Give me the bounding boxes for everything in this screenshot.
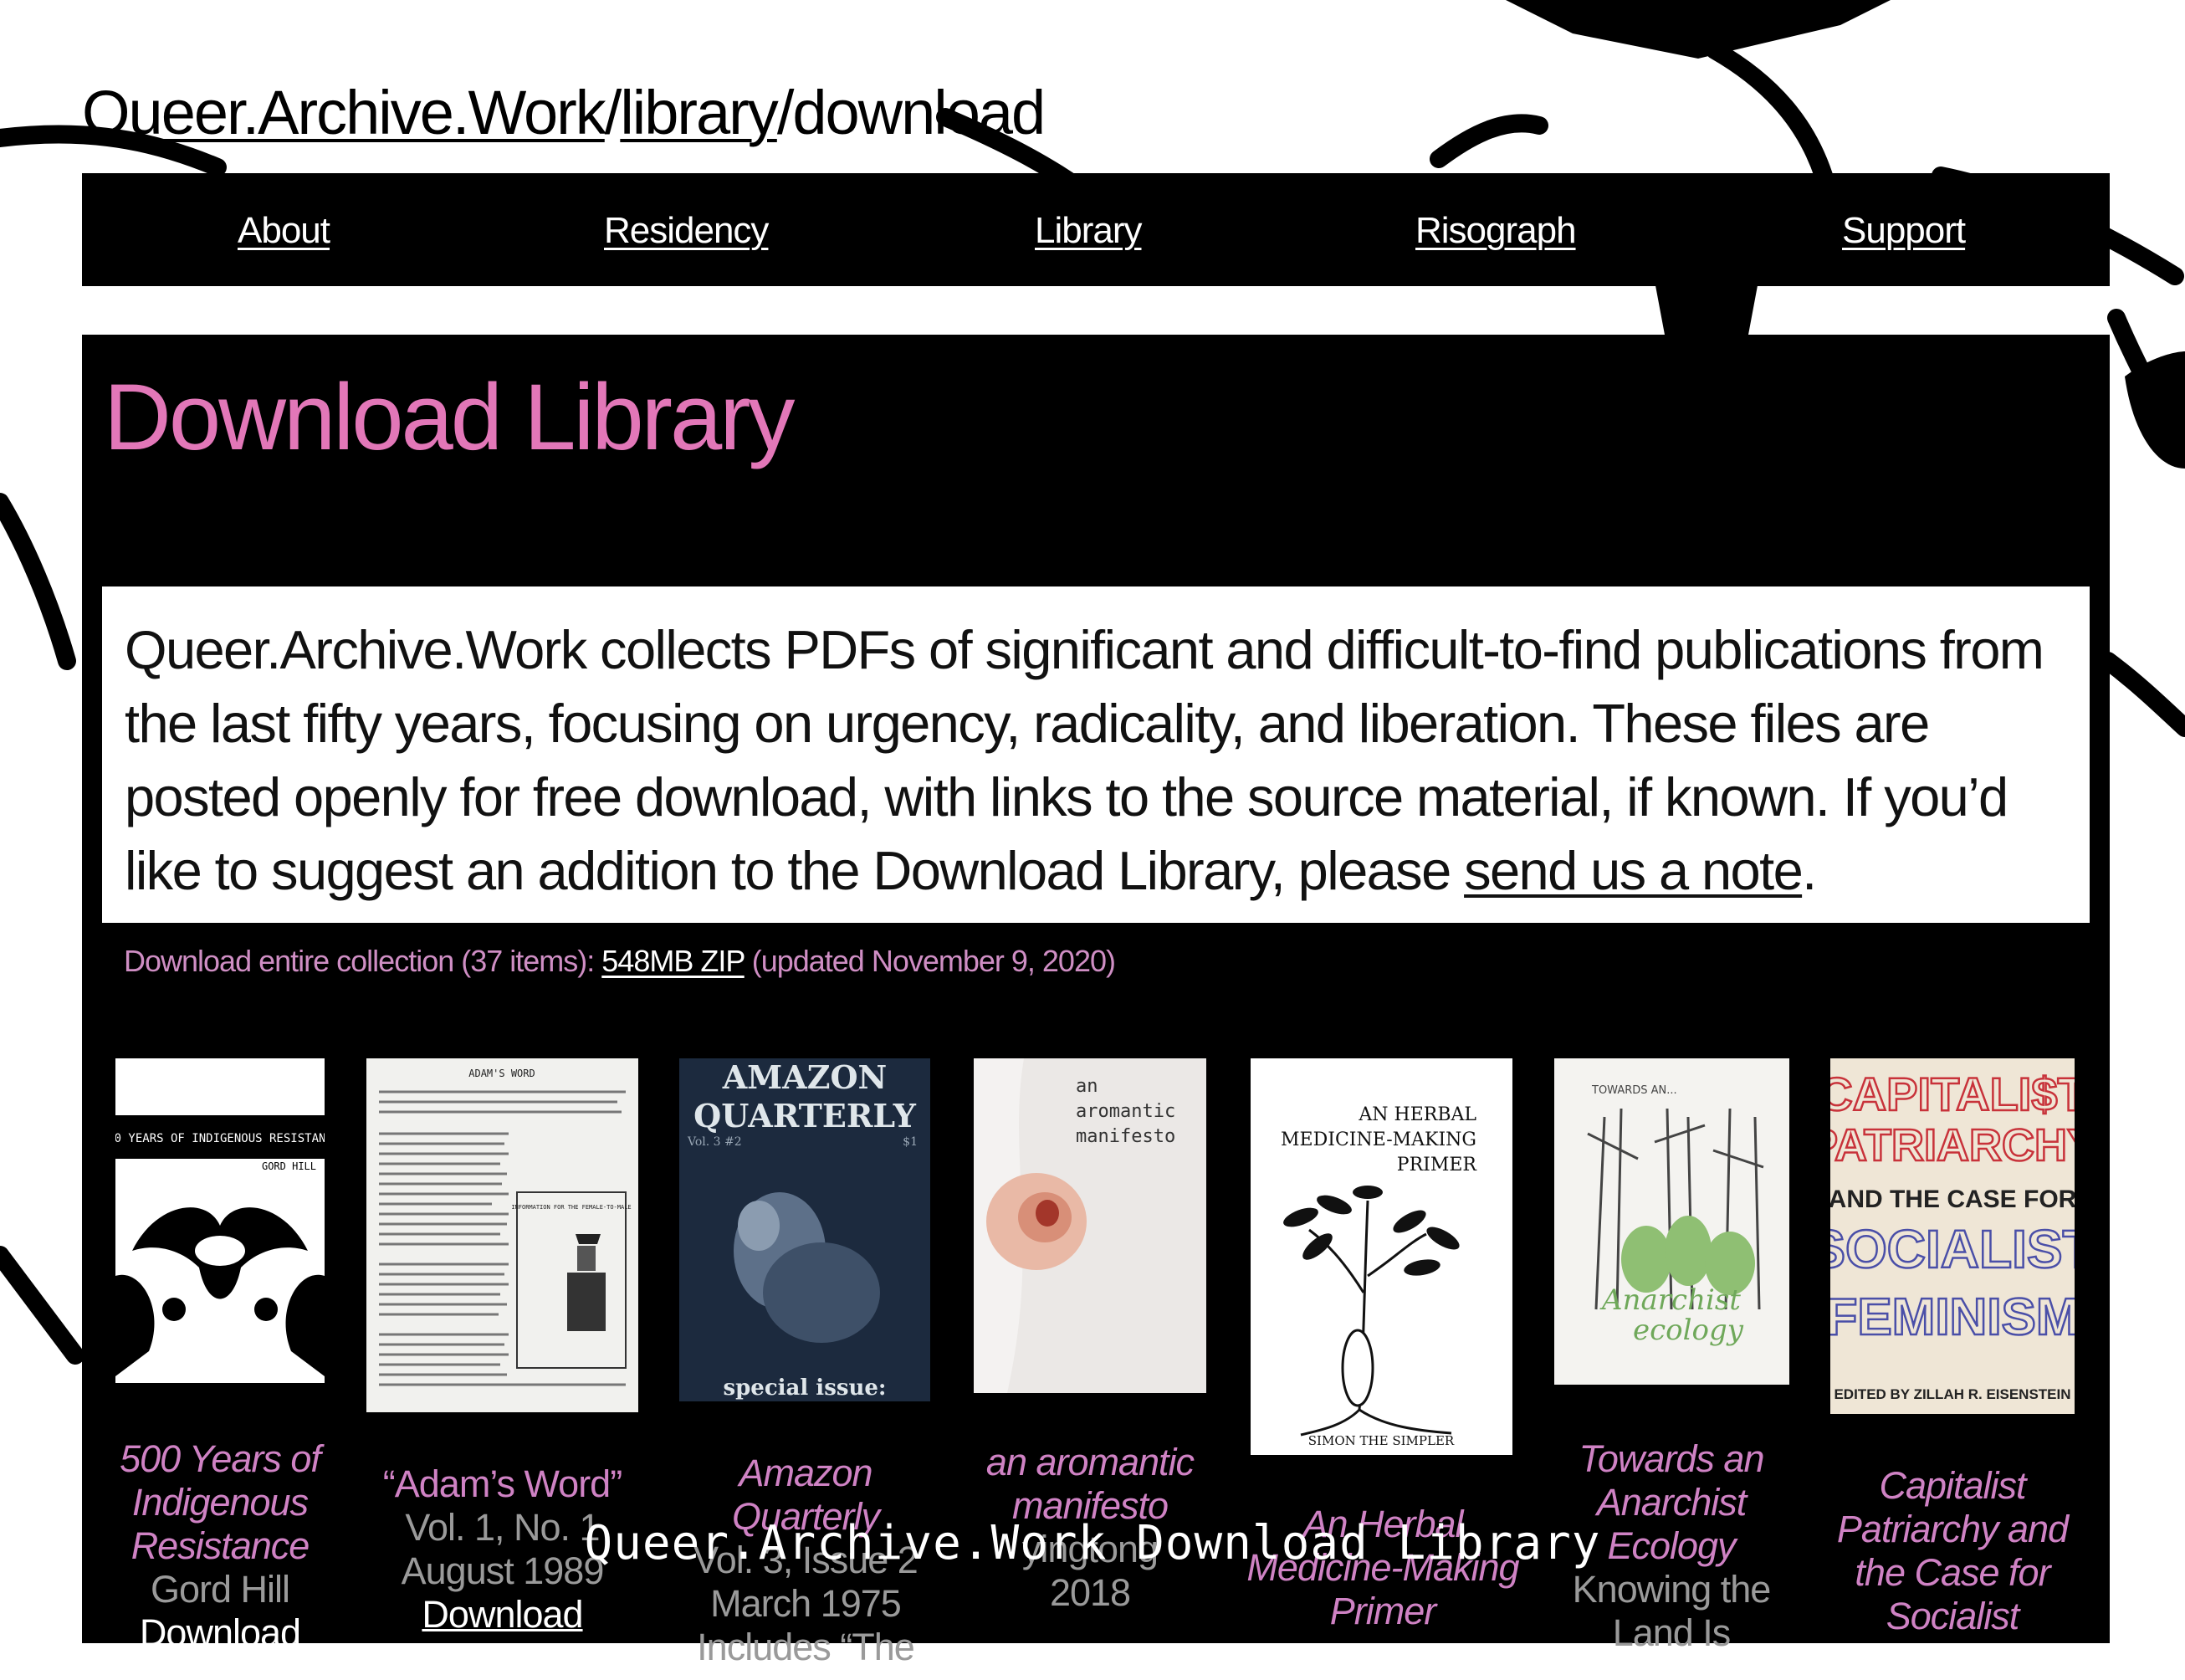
collection-prefix: Download entire collection (37 items): bbox=[124, 944, 602, 978]
breadcrumb-library-link[interactable]: library bbox=[620, 78, 778, 147]
cover-aromantic-line3: manifesto bbox=[1076, 1126, 1175, 1147]
breadcrumb-separator: / bbox=[776, 78, 795, 147]
cover-amazon-special: special issue: bbox=[723, 1375, 886, 1401]
cover-capitalist-art: CAPITALI$T PATRIARCHY AND THE CASE FOR S… bbox=[1830, 1058, 2075, 1414]
nav-support-link[interactable]: Support bbox=[1842, 210, 1966, 252]
cover-capitalist-word2: PATRIARCHY bbox=[1830, 1120, 2075, 1170]
item-title-line[interactable]: an aromantic bbox=[952, 1441, 1228, 1484]
cover-herbal-line3: PRIMER bbox=[1397, 1155, 1478, 1175]
cover-amazon-price: $1 bbox=[903, 1135, 918, 1149]
item-date: 2018 bbox=[1049, 1571, 1131, 1614]
cover-amazon-vol: Vol. 3 #2 bbox=[687, 1135, 742, 1149]
cover-500-years-art: 500 YEARS OF INDIGENOUS RESISTANCE GORD … bbox=[115, 1115, 325, 1376]
cover-500-author: GORD HILL bbox=[262, 1160, 316, 1172]
nav-library-link[interactable]: Library bbox=[1035, 210, 1142, 252]
cover-aromantic-manifesto[interactable]: an aromantic manifesto bbox=[974, 1058, 1206, 1393]
cover-capitalist-word4: SOCIALIST bbox=[1830, 1219, 2075, 1279]
send-note-link[interactable]: send us a note bbox=[1464, 840, 1804, 901]
item-title-line[interactable]: Amazon bbox=[668, 1452, 944, 1495]
nav-risograph-link[interactable]: Risograph bbox=[1415, 210, 1577, 252]
breadcrumb: Queer.Archive.Work/library/download bbox=[82, 77, 1046, 148]
cover-capitalist-word5: FEMINISM bbox=[1830, 1288, 2075, 1346]
download-link[interactable]: Download 54.3MB bbox=[366, 1593, 638, 1680]
cover-500-years[interactable]: 500 YEARS OF INDIGENOUS RESISTANCE GORD … bbox=[115, 1058, 325, 1383]
cover-anarchist-ecology[interactable]: TOWARDS AN... Anarchist ecology bbox=[1554, 1058, 1789, 1385]
item-subtitle: Land Is bbox=[1612, 1611, 1732, 1654]
item-title-line[interactable]: 500 Years of bbox=[110, 1437, 330, 1481]
cover-adams-info: INFORMATION FOR THE FEMALE-TO-MALE bbox=[511, 1204, 631, 1211]
cover-anarchist-word2: ecology bbox=[1633, 1314, 1744, 1347]
cover-herbal-author: SIMON THE SIMPLER bbox=[1308, 1433, 1455, 1448]
cover-amazon-quarterly-art: AMAZON QUARTERLY Vol. 3 #2 $1 special is… bbox=[679, 1058, 930, 1401]
zip-download-link[interactable]: 548MB ZIP bbox=[601, 944, 745, 978]
cover-herbal-art: AN HERBAL MEDICINE-MAKING PRIMER SIMON T… bbox=[1281, 1104, 1478, 1448]
download-library-panel: Download Library Queer.Archive.Work coll… bbox=[82, 335, 2110, 1679]
cover-anarchist-art: TOWARDS AN... Anarchist ecology bbox=[1587, 1084, 1764, 1347]
collection-suffix: (updated November 9, 2020) bbox=[744, 944, 1116, 978]
cover-amazon-quarterly[interactable]: AMAZON QUARTERLY Vol. 3 #2 $1 special is… bbox=[679, 1058, 930, 1401]
item-title-line[interactable]: Towards an bbox=[1538, 1437, 1805, 1481]
cover-herbal-primer[interactable]: AN HERBAL MEDICINE-MAKING PRIMER SIMON T… bbox=[1251, 1058, 1512, 1455]
nav-about-link[interactable]: About bbox=[238, 210, 330, 252]
cover-anarchist-toward: TOWARDS AN... bbox=[1591, 1084, 1677, 1097]
nav-residency-link[interactable]: Residency bbox=[604, 210, 769, 252]
item-date: March 1975 bbox=[710, 1582, 902, 1625]
cover-adams-word-art: ADAM'S WORD INFORMATION FOR THE FEMALE-T… bbox=[379, 1068, 632, 1386]
cover-aromantic-line2: aromantic bbox=[1076, 1101, 1175, 1122]
item-note: Includes “The bbox=[697, 1626, 915, 1668]
cover-capitalist-patriarchy[interactable]: CAPITALI$T PATRIARCHY AND THE CASE FOR S… bbox=[1830, 1058, 2075, 1414]
cover-herbal-line1: AN HERBAL bbox=[1358, 1104, 1476, 1125]
item-title-line[interactable]: “Adam’s Word” bbox=[366, 1462, 638, 1506]
item-title-line[interactable]: Capitalist bbox=[1814, 1464, 2091, 1508]
cover-aromantic-line1: an bbox=[1076, 1076, 1098, 1097]
cover-amazon-line1: AMAZON bbox=[722, 1058, 888, 1096]
cover-500-title: 500 YEARS OF INDIGENOUS RESISTANCE bbox=[115, 1132, 325, 1145]
cover-capitalist-word3: AND THE CASE FOR bbox=[1830, 1186, 2075, 1213]
cover-herbal-line2: MEDICINE-MAKING bbox=[1281, 1129, 1476, 1150]
main-navigation: About Residency Library Risograph Suppor… bbox=[82, 173, 2110, 286]
cover-adams-title: ADAM'S WORD bbox=[468, 1068, 535, 1079]
cover-capitalist-word1: CAPITALI$T bbox=[1830, 1068, 2075, 1120]
cover-adams-word[interactable]: ADAM'S WORD INFORMATION FOR THE FEMALE-T… bbox=[366, 1058, 638, 1412]
cover-anarchist-word1: Anarchist bbox=[1599, 1283, 1741, 1317]
intro-box: Queer.Archive.Work collects PDFs of sign… bbox=[102, 586, 2090, 923]
breadcrumb-separator: / bbox=[604, 78, 622, 147]
page-title: Download Library bbox=[104, 365, 796, 469]
intro-period: . bbox=[1802, 840, 1817, 901]
download-link[interactable]: Download bbox=[110, 1611, 330, 1655]
cover-amazon-line2: QUARTERLY bbox=[693, 1097, 917, 1135]
item-title-line[interactable]: Socialist bbox=[1814, 1595, 2091, 1638]
video-caption-overlay: Queer.Archive.Work Download Library bbox=[584, 1516, 1601, 1570]
item-subtitle: Knowing the bbox=[1572, 1568, 1772, 1611]
breadcrumb-current: download bbox=[792, 78, 1046, 147]
item-adams-word: “Adam’s Word” Vol. 1, No. 1 August 1989 … bbox=[366, 1462, 638, 1680]
item-author: Gord Hill bbox=[150, 1568, 290, 1611]
cover-capitalist-editor: EDITED BY ZILLAH R. EISENSTEIN bbox=[1834, 1386, 2070, 1402]
breadcrumb-home-link[interactable]: Queer.Archive.Work bbox=[82, 78, 606, 147]
item-title-line[interactable]: Primer bbox=[1236, 1590, 1529, 1633]
collection-download-line: Download entire collection (37 items): 5… bbox=[124, 944, 1116, 979]
cover-aromantic-art: an aromantic manifesto bbox=[974, 1058, 1206, 1393]
